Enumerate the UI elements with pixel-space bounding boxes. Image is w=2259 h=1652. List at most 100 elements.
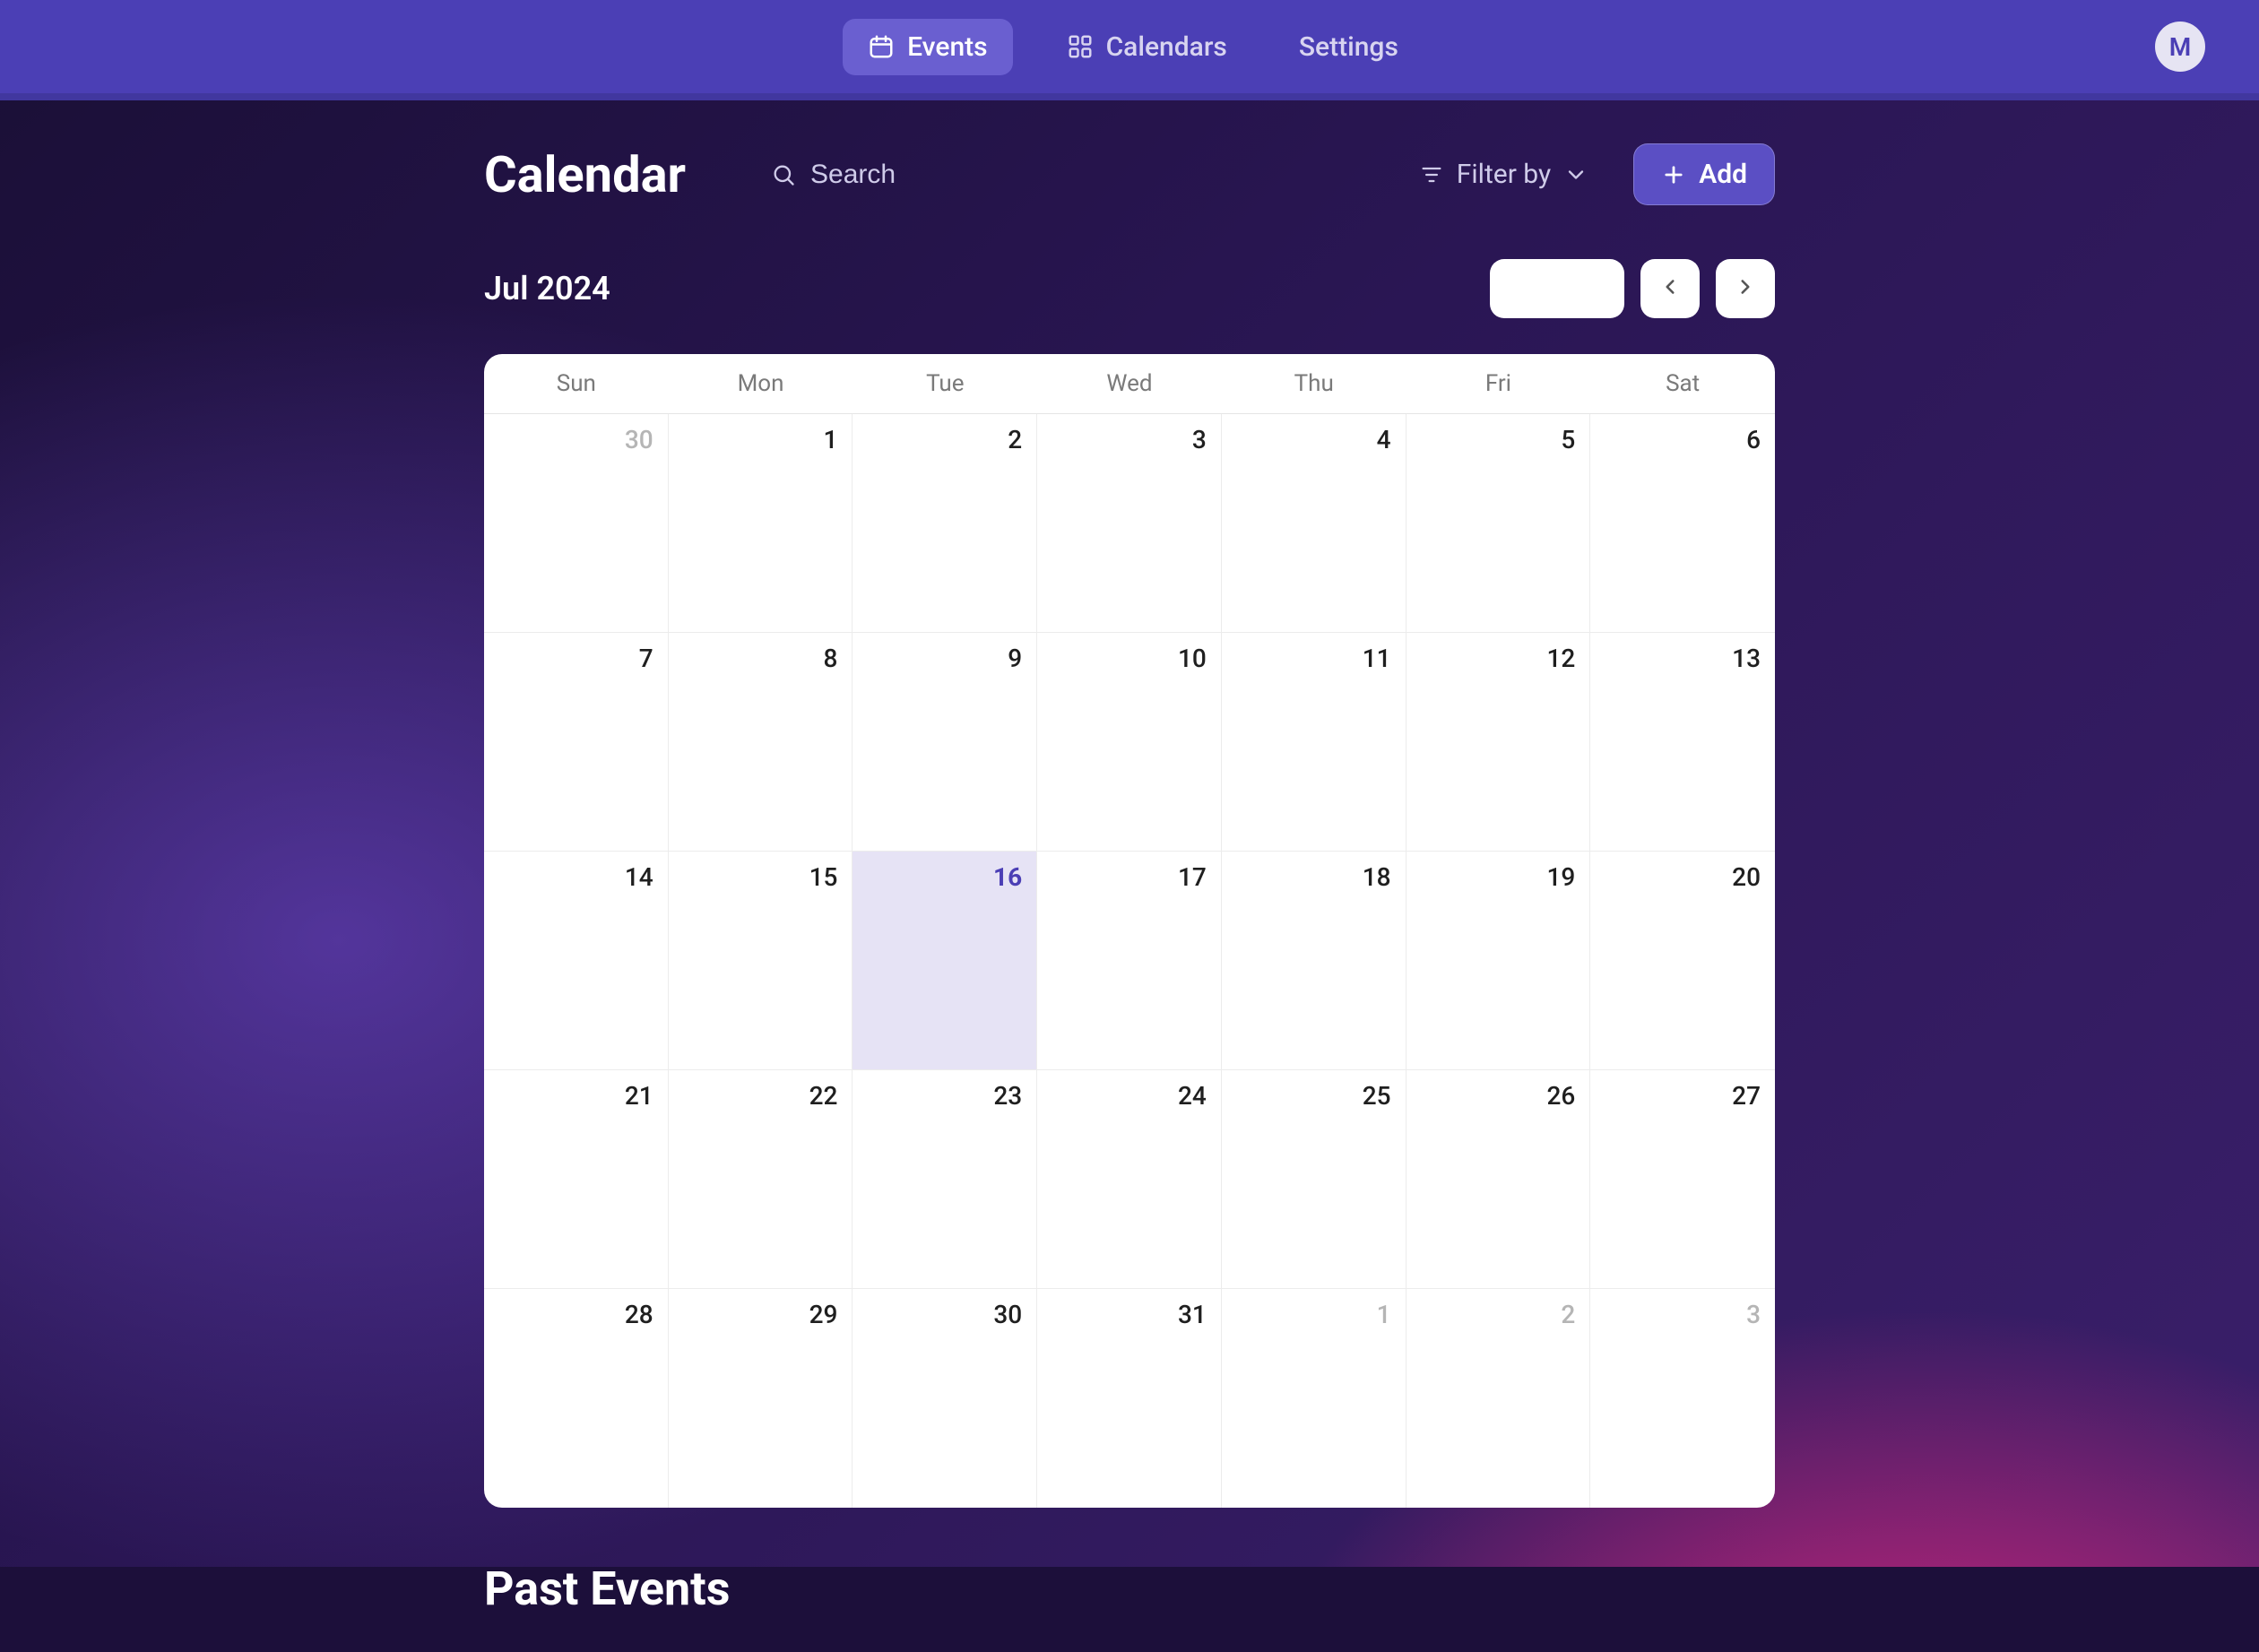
weekday-header: Wed	[1037, 354, 1222, 414]
day-cell[interactable]: 25	[1222, 1070, 1406, 1289]
week-row: 28 29 30 31 1 2 3	[484, 1289, 1775, 1508]
day-number: 11	[1363, 644, 1391, 673]
day-number: 28	[625, 1300, 653, 1329]
month-row: Jul 2024	[484, 259, 1775, 318]
day-number: 27	[1732, 1081, 1761, 1111]
day-number: 8	[824, 644, 838, 673]
next-month-button[interactable]	[1716, 259, 1775, 318]
week-row: 21 22 23 24 25 26 27	[484, 1070, 1775, 1289]
day-number: 21	[625, 1081, 653, 1111]
search-wrap[interactable]	[771, 160, 1374, 190]
day-cell[interactable]: 2	[853, 414, 1037, 633]
main-container: Calendar Filter by Add Jul 2024	[484, 100, 1775, 1652]
chevron-left-icon	[1658, 275, 1682, 302]
day-cell[interactable]: 4	[1222, 414, 1406, 633]
day-number: 15	[809, 862, 838, 892]
day-cell[interactable]: 31	[1037, 1289, 1222, 1508]
filter-label: Filter by	[1457, 159, 1551, 190]
day-cell[interactable]: 12	[1406, 633, 1591, 852]
search-icon	[771, 162, 796, 187]
day-number: 5	[1561, 425, 1575, 454]
day-number: 2	[1008, 425, 1022, 454]
day-cell[interactable]: 27	[1590, 1070, 1775, 1289]
day-cell[interactable]: 2	[1406, 1289, 1591, 1508]
top-nav: Events Calendars Settings M	[0, 0, 2259, 100]
day-cell[interactable]: 11	[1222, 633, 1406, 852]
prev-month-button[interactable]	[1640, 259, 1700, 318]
tab-calendars-label: Calendars	[1106, 31, 1227, 63]
weekday-header: Fri	[1406, 354, 1591, 414]
day-cell[interactable]: 23	[853, 1070, 1037, 1289]
day-cell[interactable]: 1	[669, 414, 853, 633]
filter-icon	[1419, 162, 1444, 187]
week-row: 14 15 16 17 18 19 20	[484, 852, 1775, 1070]
chevron-down-icon	[1563, 162, 1588, 187]
day-number: 23	[993, 1081, 1022, 1111]
day-cell[interactable]: 18	[1222, 852, 1406, 1070]
day-cell[interactable]: 15	[669, 852, 853, 1070]
page-header: Calendar Filter by Add	[484, 143, 1775, 205]
today-button[interactable]	[1490, 259, 1624, 318]
day-cell[interactable]: 28	[484, 1289, 669, 1508]
weekday-header: Sat	[1590, 354, 1775, 414]
day-number: 31	[1178, 1300, 1207, 1329]
day-cell[interactable]: 5	[1406, 414, 1591, 633]
day-cell[interactable]: 19	[1406, 852, 1591, 1070]
day-cell[interactable]: 6	[1590, 414, 1775, 633]
day-number: 7	[639, 644, 653, 673]
day-number: 1	[1377, 1300, 1391, 1329]
day-cell[interactable]: 29	[669, 1289, 853, 1508]
day-number: 18	[1363, 862, 1391, 892]
day-number: 16	[993, 862, 1022, 892]
weekday-header: Sun	[484, 354, 669, 414]
search-input[interactable]	[810, 160, 1374, 190]
weeks: 3012345678910111213141516171819202122232…	[484, 414, 1775, 1508]
day-number: 3	[1192, 425, 1207, 454]
day-cell[interactable]: 21	[484, 1070, 669, 1289]
day-cell[interactable]: 17	[1037, 852, 1222, 1070]
day-cell[interactable]: 3	[1590, 1289, 1775, 1508]
day-cell[interactable]: 3	[1037, 414, 1222, 633]
day-number: 22	[809, 1081, 838, 1111]
day-cell[interactable]: 26	[1406, 1070, 1591, 1289]
week-row: 7 8910 11 12 13	[484, 633, 1775, 852]
avatar-initial: M	[2169, 32, 2192, 62]
day-cell[interactable]: 14	[484, 852, 669, 1070]
day-cell[interactable]: 16	[853, 852, 1037, 1070]
day-cell[interactable]: 7	[484, 633, 669, 852]
filter-button[interactable]: Filter by	[1410, 159, 1597, 190]
grid-icon	[1067, 33, 1094, 60]
day-cell[interactable]: 8	[669, 633, 853, 852]
day-cell[interactable]: 10	[1037, 633, 1222, 852]
day-number: 6	[1746, 425, 1761, 454]
day-number: 14	[625, 862, 653, 892]
day-number: 25	[1363, 1081, 1391, 1111]
day-cell[interactable]: 24	[1037, 1070, 1222, 1289]
day-cell[interactable]: 20	[1590, 852, 1775, 1070]
month-label: Jul 2024	[484, 270, 610, 307]
day-cell[interactable]: 30	[853, 1289, 1037, 1508]
day-cell[interactable]: 30	[484, 414, 669, 633]
tab-events[interactable]: Events	[843, 19, 1012, 75]
day-number: 17	[1178, 862, 1207, 892]
chevron-right-icon	[1734, 275, 1757, 302]
tab-calendars[interactable]: Calendars	[1042, 19, 1252, 75]
day-number: 3	[1746, 1300, 1761, 1329]
day-number: 4	[1377, 425, 1391, 454]
day-number: 30	[625, 425, 653, 454]
day-cell[interactable]: 9	[853, 633, 1037, 852]
day-number: 2	[1561, 1300, 1575, 1329]
tab-settings[interactable]: Settings	[1281, 19, 1416, 75]
day-cell[interactable]: 1	[1222, 1289, 1406, 1508]
day-number: 30	[993, 1300, 1022, 1329]
day-number: 24	[1178, 1081, 1207, 1111]
day-cell[interactable]: 22	[669, 1070, 853, 1289]
weekday-header: Thu	[1222, 354, 1406, 414]
day-number: 19	[1546, 862, 1575, 892]
avatar[interactable]: M	[2155, 22, 2205, 72]
day-number: 13	[1732, 644, 1761, 673]
calendar-grid: SunMonTueWedThuFriSat 301234567891011121…	[484, 354, 1775, 1508]
day-cell[interactable]: 13	[1590, 633, 1775, 852]
add-button[interactable]: Add	[1633, 143, 1775, 205]
day-number: 26	[1546, 1081, 1575, 1111]
